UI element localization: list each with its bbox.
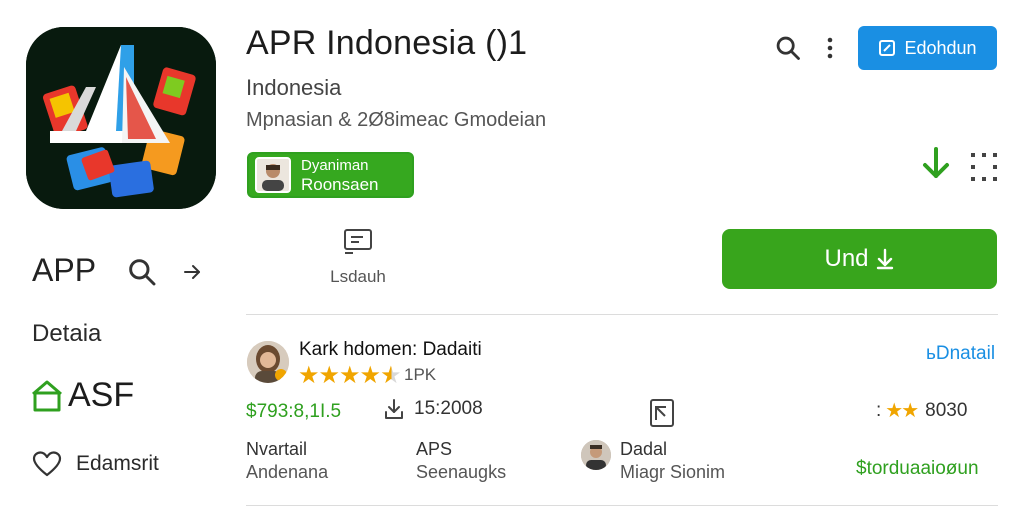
reviewer-name: Kark hdomen: Dadaiti	[299, 339, 482, 360]
message-icon	[344, 229, 372, 254]
section-divider	[246, 314, 998, 315]
detail-link[interactable]: ьDnatail	[926, 343, 995, 365]
download-count-icon	[385, 399, 403, 419]
install-button[interactable]: Und	[722, 229, 997, 289]
app-title-text: APR Indonesia	[246, 24, 476, 62]
download-arrow-icon[interactable]	[920, 146, 952, 182]
star-icon: ★	[318, 362, 340, 389]
edit-icon	[879, 40, 896, 56]
app-subtitle: Indonesia	[246, 75, 342, 100]
reviewer-avatar[interactable]	[247, 341, 289, 383]
downloads-value: 15:2008	[414, 398, 483, 419]
sidebar-wishlist[interactable]: Edamsrit	[32, 450, 159, 478]
review-count: 1PK	[404, 365, 437, 384]
info-cell-1-title: Nvartail	[246, 439, 308, 459]
arrow-right-icon[interactable]	[180, 260, 204, 284]
info-cell-1: Nvartail Andenana	[246, 438, 328, 484]
install-button-label: Und	[824, 245, 869, 272]
developer-badge-line2: Roonsaen	[301, 175, 379, 194]
developer-badge[interactable]: Dyaniman Roonsaen	[247, 152, 414, 198]
rating-stat: : ★★ 8030	[876, 398, 967, 423]
info-avatar[interactable]	[581, 440, 611, 470]
review-stars: ★★★★★	[298, 361, 402, 390]
app-title: APR Indonesia (‌)1	[246, 24, 527, 63]
star-icon: ★	[298, 362, 319, 389]
middle-action-label: Lsdauh	[330, 267, 386, 286]
app-title-suffix: (‌)1	[485, 24, 528, 62]
edit-button-label: Edohdun	[904, 37, 977, 58]
rating-prefix: :	[876, 399, 882, 421]
document-icon[interactable]	[648, 398, 676, 428]
sidebar-app-label: APP	[32, 252, 97, 288]
age-rating-label: ASF	[68, 376, 135, 414]
price-value: $793:8,1I.5	[246, 401, 342, 422]
search-button[interactable]	[772, 32, 804, 64]
publisher-name[interactable]: Mpnasian & 2Ø8imeac Gmodeian	[246, 109, 546, 132]
star-icon: ★	[359, 362, 381, 389]
dotted-grid-icon[interactable]	[970, 152, 998, 182]
info-cell-2: APS Seenaugks	[416, 438, 506, 484]
bottom-divider	[246, 505, 998, 506]
sidebar-search-icon[interactable]	[126, 256, 158, 288]
app-icon	[26, 27, 216, 209]
downloads-stat: 15:2008	[384, 398, 483, 420]
star-icon: ★	[339, 362, 360, 389]
sidebar-age-rating: ASF	[30, 376, 134, 415]
info-cell-3: Dadal Miagr Sionim	[620, 438, 725, 484]
more-options-button[interactable]	[818, 32, 842, 64]
rating-stars: ★★	[885, 400, 919, 422]
shield-house-icon	[32, 380, 62, 411]
info-cell-3-sub: Miagr Sionim	[620, 462, 726, 482]
developer-avatar	[255, 157, 291, 193]
middle-action[interactable]: Lsdauh	[318, 228, 398, 287]
download-icon	[876, 248, 893, 270]
sidebar-details[interactable]: Detaia	[32, 320, 101, 348]
info-cell-1-sub: Andenana	[246, 462, 329, 482]
info-cell-2-sub: Seenaugks	[416, 462, 507, 482]
wishlist-label: Edamsrit	[76, 452, 159, 475]
half-star-icon: ★	[380, 362, 401, 389]
info-cell-3-title: Dadal	[620, 439, 668, 459]
edit-button[interactable]: Edohdun	[858, 26, 997, 70]
info-cell-2-title: APS	[416, 439, 453, 459]
more-vertical-icon	[827, 37, 833, 59]
search-icon	[776, 36, 800, 60]
developer-badge-line1: Dyaniman	[301, 157, 369, 174]
heart-icon	[32, 451, 62, 477]
rating-value: 8030	[925, 399, 968, 421]
more-link[interactable]: $torduaaioøun	[856, 458, 979, 480]
